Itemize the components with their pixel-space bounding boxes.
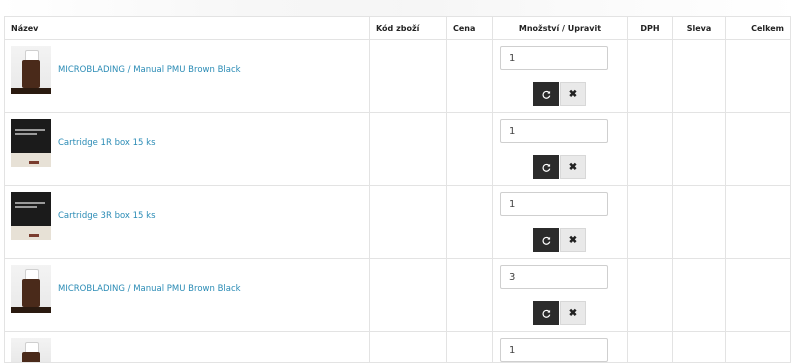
quantity-input[interactable]	[500, 192, 608, 216]
price-cell	[446, 331, 493, 363]
code-cell	[369, 258, 447, 332]
header-quantity[interactable]: Množství / Upravit	[492, 16, 628, 40]
product-thumbnail[interactable]	[11, 192, 51, 240]
header-price[interactable]: Cena	[446, 16, 493, 40]
table-row: MICROBLADING / Manual PMU Brown Black ✖	[4, 258, 791, 332]
total-cell	[725, 331, 791, 363]
update-quantity-button[interactable]	[533, 228, 559, 252]
remove-item-button[interactable]: ✖	[560, 82, 586, 106]
code-cell	[369, 112, 447, 186]
box-label-area	[11, 226, 51, 240]
vat-cell	[627, 39, 673, 113]
discount-cell	[672, 112, 726, 186]
box-text-line	[15, 133, 37, 135]
product-link[interactable]: Cartridge 3R box 15 ks	[58, 211, 156, 221]
close-icon: ✖	[568, 234, 578, 246]
refresh-icon	[541, 163, 550, 172]
vat-cell	[627, 185, 673, 259]
thumbnail-label-strip	[11, 88, 51, 94]
total-cell	[725, 112, 791, 186]
remove-item-button[interactable]: ✖	[560, 228, 586, 252]
quantity-input[interactable]	[500, 46, 608, 70]
total-cell	[725, 185, 791, 259]
product-link[interactable]: MICROBLADING / Manual PMU Brown Black	[58, 65, 241, 75]
product-thumbnail[interactable]	[11, 265, 51, 313]
close-icon: ✖	[568, 88, 578, 100]
quantity-cell: ✖	[492, 185, 628, 259]
header-vat[interactable]: DPH	[627, 16, 673, 40]
thumbnail-label-strip	[11, 307, 51, 313]
price-cell	[446, 39, 493, 113]
product-thumbnail[interactable]	[11, 338, 51, 362]
vat-cell	[627, 331, 673, 363]
update-quantity-button[interactable]	[533, 155, 559, 179]
total-cell	[725, 258, 791, 332]
vat-cell	[627, 112, 673, 186]
table-header-row: Název Kód zboží Cena Množství / Upravit …	[4, 16, 791, 40]
table-row: MICROBLADING / Manual PMU Brown Black ✖	[4, 39, 791, 113]
bottle-body-shape	[22, 279, 40, 307]
remove-item-button[interactable]: ✖	[560, 155, 586, 179]
product-name-cell: MICROBLADING / Manual PMU Brown Black	[4, 258, 370, 332]
code-cell	[369, 39, 447, 113]
price-cell	[446, 258, 493, 332]
refresh-icon	[541, 90, 550, 99]
product-name-cell: MICROBLADING / Manual PMU Brown Black	[4, 39, 370, 113]
quantity-input[interactable]	[500, 119, 608, 143]
update-quantity-button[interactable]	[533, 301, 559, 325]
header-total[interactable]: Celkem	[725, 16, 791, 40]
product-name-cell: Cartridge 1R box 15 ks	[4, 112, 370, 186]
code-cell	[369, 185, 447, 259]
quantity-input[interactable]	[500, 265, 608, 289]
discount-cell	[672, 331, 726, 363]
refresh-icon	[541, 236, 550, 245]
product-name-cell: Cartridge 3R box 15 ks	[4, 185, 370, 259]
box-text-line	[15, 129, 45, 131]
product-name-cell	[4, 331, 370, 363]
total-cell	[725, 39, 791, 113]
header-discount[interactable]: Sleva	[672, 16, 726, 40]
vat-cell	[627, 258, 673, 332]
product-thumbnail[interactable]	[11, 46, 51, 94]
quantity-cell: ✖	[492, 39, 628, 113]
box-label-area	[11, 153, 51, 167]
box-text-line	[15, 202, 45, 204]
quantity-input[interactable]	[500, 338, 608, 362]
table-row: Cartridge 1R box 15 ks ✖	[4, 112, 791, 186]
box-text-line	[15, 206, 37, 208]
discount-cell	[672, 258, 726, 332]
product-thumbnail[interactable]	[11, 119, 51, 167]
price-cell	[446, 112, 493, 186]
table-row	[4, 331, 791, 363]
bottle-body-shape	[22, 60, 40, 88]
header-code[interactable]: Kód zboží	[369, 16, 447, 40]
box-logo-mark	[29, 234, 39, 237]
bottle-body-shape	[22, 352, 40, 362]
cart-table: Název Kód zboží Cena Množství / Upravit …	[4, 16, 791, 363]
update-quantity-button[interactable]	[533, 82, 559, 106]
code-cell	[369, 331, 447, 363]
quantity-cell	[492, 331, 628, 363]
discount-cell	[672, 39, 726, 113]
remove-item-button[interactable]: ✖	[560, 301, 586, 325]
product-link[interactable]: Cartridge 1R box 15 ks	[58, 138, 156, 148]
product-link[interactable]: MICROBLADING / Manual PMU Brown Black	[58, 284, 241, 294]
discount-cell	[672, 185, 726, 259]
box-logo-mark	[29, 161, 39, 164]
table-row: Cartridge 3R box 15 ks ✖	[4, 185, 791, 259]
refresh-icon	[541, 309, 550, 318]
price-cell	[446, 185, 493, 259]
quantity-cell: ✖	[492, 112, 628, 186]
header-name[interactable]: Název	[4, 16, 370, 40]
quantity-cell: ✖	[492, 258, 628, 332]
close-icon: ✖	[568, 307, 578, 319]
close-icon: ✖	[568, 161, 578, 173]
